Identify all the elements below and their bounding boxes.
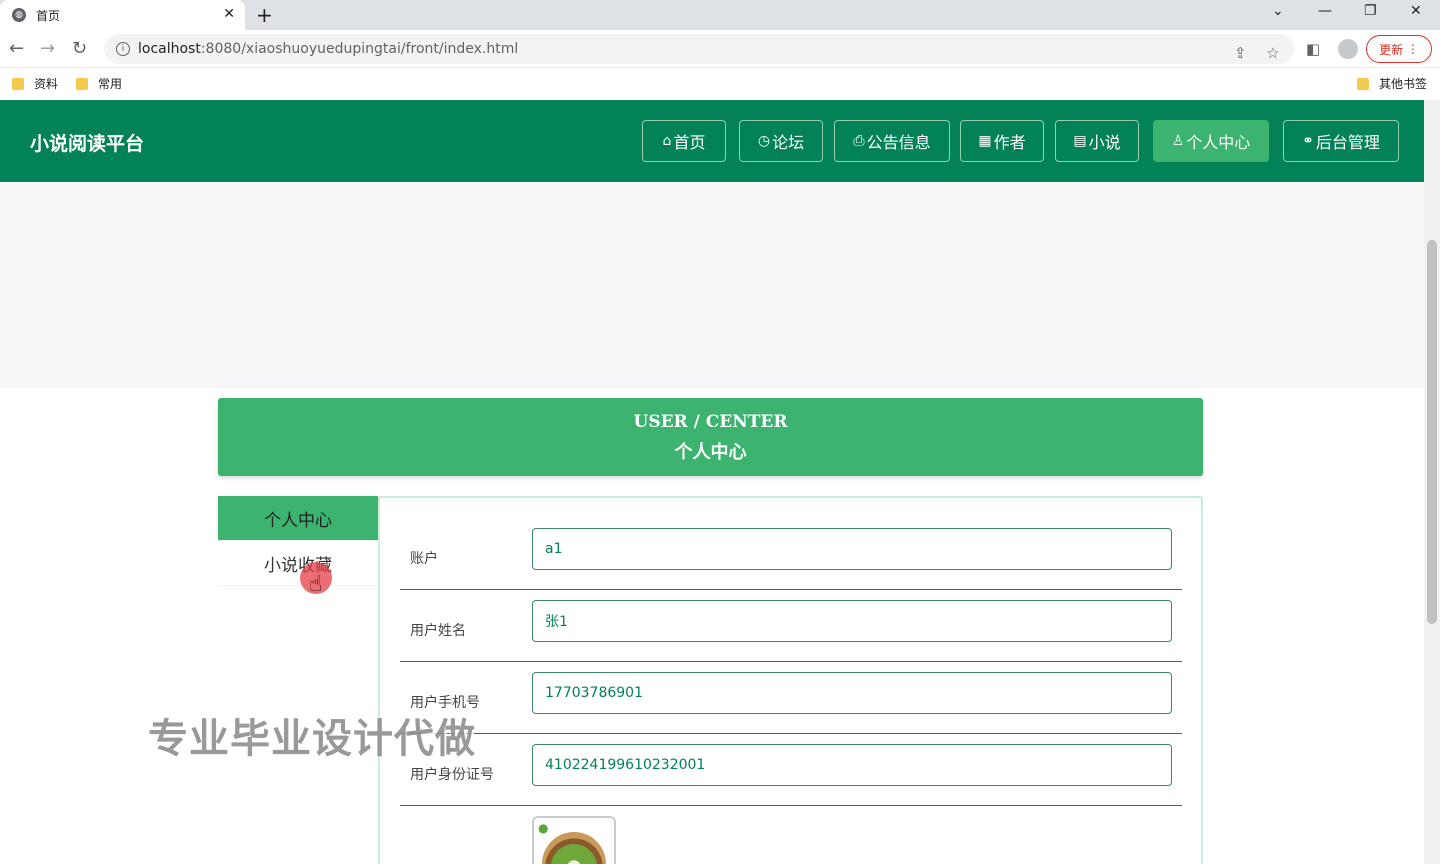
web-page: 小说阅读平台 ⌂ 首页 ◷ 论坛 ⎙ 公告信息 ▦ 作者 ▤ 小说 ♙ 个人中心 ⚭ 后台管理… (0, 100, 1424, 864)
nav-user-center[interactable]: ♙ 个人中心 (1153, 120, 1269, 162)
update-button[interactable]: 更新 ⋮ (1366, 35, 1432, 63)
nav-novels[interactable]: ▤ 小说 (1055, 120, 1139, 162)
name-input[interactable] (532, 600, 1172, 642)
form-row-id-card: 用户身份证号 (400, 734, 1182, 806)
watermark-text: 专业毕业设计代做 (148, 716, 476, 762)
nav-home[interactable]: ⌂ 首页 (642, 120, 726, 162)
browser-toolbar: ← → ↻ i localhost:8080/xiaoshuoyueduping… (0, 30, 1440, 68)
page-scrollbar[interactable] (1424, 100, 1440, 864)
user-icon: ♙ (1171, 133, 1185, 149)
folder-icon (76, 77, 88, 90)
profile-avatar-icon[interactable] (1338, 39, 1358, 59)
home-icon: ⌂ (662, 133, 672, 149)
share-icon[interactable]: ⇪ (1234, 44, 1247, 62)
side-menu: 个人中心 小说收藏 (218, 496, 378, 586)
folder-icon (12, 77, 24, 90)
side-panel-icon[interactable]: ◧ (1306, 40, 1320, 58)
site-title: 小说阅读平台 (30, 133, 145, 155)
nav-authors[interactable]: ▦ 作者 (960, 120, 1044, 162)
site-info-icon[interactable]: i (116, 42, 130, 56)
url-path: :8080/xiaoshuoyuedupingtai/front/index.h… (200, 41, 519, 57)
book-icon: ▤ (1073, 133, 1087, 149)
user-center-title-zh: 个人中心 (674, 442, 747, 463)
restore-icon[interactable]: ❐ (1364, 3, 1377, 19)
site-header: 小说阅读平台 ⌂ 首页 ◷ 论坛 ⎙ 公告信息 ▦ 作者 ▤ 小说 ♙ 个人中心 ⚭ 后台管理 (0, 100, 1424, 182)
leaf-icon: ● (538, 821, 549, 835)
bookmark-folder-1[interactable]: 资料 (12, 75, 58, 92)
nav-announcements[interactable]: ⎙ 公告信息 (834, 120, 950, 162)
forward-icon[interactable]: → (40, 38, 55, 59)
tab-title: 首页 (36, 8, 61, 23)
address-bar[interactable]: i localhost:8080/xiaoshuoyuedupingtai/fr… (104, 34, 1294, 64)
folder-icon (1357, 77, 1369, 90)
new-tab-button[interactable]: + (256, 3, 273, 27)
author-icon: ▦ (978, 133, 992, 149)
globe-icon: ◍ (12, 8, 26, 22)
phone-input[interactable] (532, 672, 1172, 714)
other-bookmarks[interactable]: 其他书签 (1357, 75, 1427, 92)
reload-icon[interactable]: ↻ (72, 38, 87, 59)
user-center-title-bar: USER / CENTER 个人中心 (218, 398, 1203, 476)
form-row-name: 用户姓名 (400, 590, 1182, 662)
avatar-upload[interactable]: ● (532, 816, 616, 864)
url-host: localhost (138, 41, 201, 57)
account-input[interactable] (532, 528, 1172, 570)
account-label: 账户 (410, 551, 438, 567)
banner-area (0, 182, 1424, 388)
user-center-title-en: USER / CENTER (633, 412, 788, 432)
side-item-novel-favorites[interactable]: 小说收藏 (218, 541, 378, 586)
bookmarks-bar: 资料 常用 其他书签 (0, 68, 1440, 100)
browser-tab-bar: ◍ 首页 ✕ + ⌄ — ❐ ✕ (0, 0, 1440, 30)
browser-tab[interactable]: ◍ 首页 ✕ (0, 0, 245, 30)
hand-cursor-icon: ☝ (309, 572, 323, 597)
avatar-image (542, 832, 606, 864)
nav-forum[interactable]: ◷ 论坛 (739, 120, 823, 162)
form-row-account: 账户 (400, 518, 1182, 590)
name-label: 用户姓名 (410, 623, 466, 639)
side-item-user-center[interactable]: 个人中心 (218, 496, 378, 541)
forum-icon: ◷ (757, 133, 771, 149)
tab-close-icon[interactable]: ✕ (223, 6, 235, 22)
nav-admin[interactable]: ⚭ 后台管理 (1283, 120, 1399, 162)
back-icon[interactable]: ← (9, 38, 24, 59)
form-row-phone: 用户手机号 (400, 662, 1182, 734)
link-icon: ⚭ (1302, 133, 1314, 149)
minimize-icon[interactable]: — (1318, 3, 1332, 19)
id-card-label: 用户身份证号 (410, 767, 494, 783)
bookmark-star-icon[interactable]: ☆ (1266, 44, 1279, 62)
id-card-input[interactable] (532, 744, 1172, 786)
bookmark-folder-2[interactable]: 常用 (76, 75, 122, 92)
printer-icon: ⎙ (853, 133, 865, 149)
tab-search-icon[interactable]: ⌄ (1272, 3, 1284, 19)
scrollbar-thumb[interactable] (1427, 240, 1437, 624)
window-close-icon[interactable]: ✕ (1410, 3, 1422, 19)
profile-form: 账户 用户姓名 用户手机号 用户身份证号 ● (378, 496, 1203, 864)
